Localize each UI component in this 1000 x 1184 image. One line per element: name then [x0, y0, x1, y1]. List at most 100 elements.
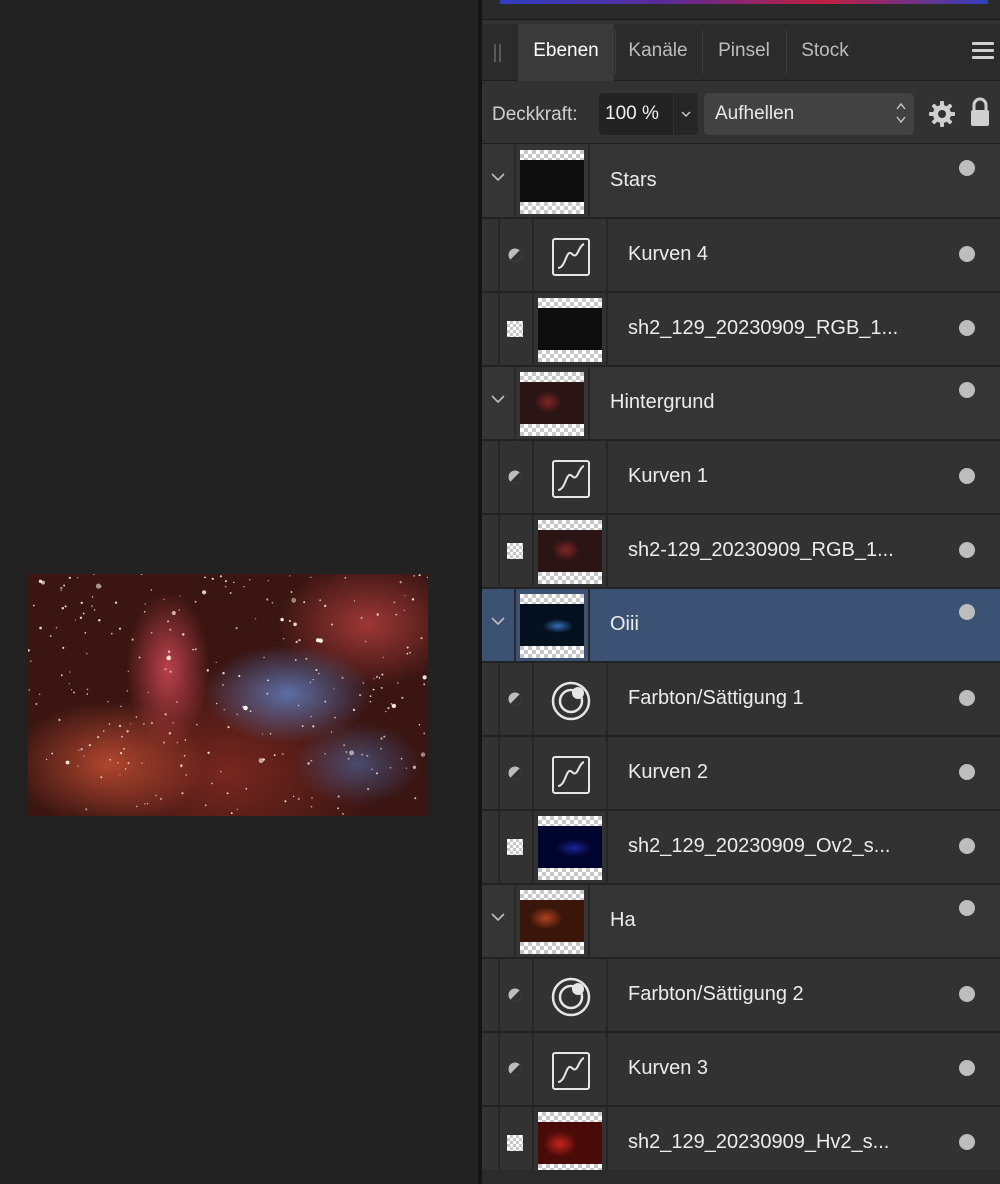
chevron-down-icon — [681, 111, 691, 118]
curves-icon — [552, 460, 590, 498]
starfield — [28, 574, 428, 815]
histogram — [500, 0, 988, 4]
chevron-down-icon[interactable] — [490, 909, 506, 925]
half-circle-icon — [507, 765, 523, 781]
stepper-arrows-icon — [896, 99, 906, 131]
visibility-dot-icon[interactable] — [959, 764, 975, 780]
half-circle-icon — [507, 987, 523, 1003]
layer-group-row[interactable]: Stars — [482, 145, 1000, 219]
layer-thumbnail — [520, 890, 584, 954]
tab-pinsel[interactable]: Pinsel — [703, 24, 785, 81]
layer-name: Kurven 2 — [628, 761, 709, 783]
layer-row[interactable]: sh2_129_20230909_RGB_1... — [482, 293, 1000, 367]
visibility-dot-icon[interactable] — [959, 382, 975, 398]
layer-name: Farbton/Sättigung 2 — [628, 983, 804, 1005]
layer-name: Oiii — [610, 613, 639, 635]
tab-ebenen[interactable]: Ebenen — [518, 24, 614, 81]
panel-grip-icon[interactable] — [494, 44, 502, 62]
layer-thumbnail — [538, 964, 602, 1028]
layer-row[interactable]: Kurven 3 — [482, 1033, 1000, 1107]
checker-icon — [507, 1135, 523, 1151]
layer-thumbnail — [538, 446, 602, 510]
layer-name: Ha — [610, 909, 636, 931]
blend-mode-value: Aufhellen — [715, 103, 795, 124]
layer-options-row: Deckkraft: 100 % Aufhellen — [482, 82, 1000, 144]
layer-name: sh2_129_20230909_RGB_1... — [628, 317, 899, 339]
opacity-input[interactable]: 100 % — [599, 93, 673, 135]
layer-name: Hintergrund — [610, 391, 715, 413]
layer-row[interactable]: Kurven 2 — [482, 737, 1000, 811]
chevron-down-icon[interactable] — [490, 391, 506, 407]
layer-thumbnail — [538, 298, 602, 362]
layer-thumbnail — [538, 224, 602, 288]
layer-name: Farbton/Sättigung 1 — [628, 687, 804, 709]
opacity-label: Deckkraft: — [492, 104, 578, 125]
layer-thumbnail — [538, 520, 602, 584]
opacity-dropdown-button[interactable] — [674, 93, 698, 135]
layer-thumbnail — [538, 816, 602, 880]
lock-icon[interactable] — [968, 96, 992, 128]
chevron-down-icon[interactable] — [490, 169, 506, 185]
layer-name: Kurven 3 — [628, 1057, 709, 1079]
curves-icon — [552, 238, 590, 276]
visibility-dot-icon[interactable] — [959, 604, 975, 620]
half-circle-icon — [507, 247, 523, 263]
hamburger-icon[interactable] — [972, 42, 994, 60]
tab-stock[interactable]: Stock — [787, 24, 863, 81]
layer-name: sh2_129_20230909_Ov2_s... — [628, 835, 891, 857]
layer-thumbnail — [538, 668, 602, 732]
hue-saturation-icon — [550, 976, 592, 1018]
layer-thumbnail — [520, 150, 584, 214]
curves-icon — [552, 756, 590, 794]
layer-row[interactable]: Kurven 4 — [482, 219, 1000, 293]
astro-image — [28, 574, 428, 816]
layers-list: Stars Kurven 4 sh2_129_20230909_RGB_1... Hi… — [482, 145, 1000, 1181]
layer-thumbnail — [520, 372, 584, 436]
tab-kanaele[interactable]: Kanäle — [616, 24, 700, 81]
visibility-dot-icon[interactable] — [959, 160, 975, 176]
layer-group-row[interactable]: Hintergrund — [482, 367, 1000, 441]
layer-thumbnail — [538, 1112, 602, 1176]
layers-panel: Ebenen Kanäle Pinsel Stock Deckkraft: 10… — [482, 0, 1000, 1184]
checker-icon — [507, 543, 523, 559]
visibility-dot-icon[interactable] — [959, 900, 975, 916]
visibility-dot-icon[interactable] — [959, 542, 975, 558]
curves-icon — [552, 1052, 590, 1090]
visibility-dot-icon[interactable] — [959, 1134, 975, 1150]
panel-tabbar: Ebenen Kanäle Pinsel Stock — [482, 24, 1000, 81]
layer-thumbnail — [538, 1038, 602, 1102]
layer-name: Stars — [610, 169, 657, 191]
half-circle-icon — [507, 691, 523, 707]
layer-row[interactable]: Farbton/Sättigung 1 — [482, 663, 1000, 737]
layer-thumbnail — [520, 594, 584, 658]
layer-row[interactable]: sh2-129_20230909_RGB_1... — [482, 515, 1000, 589]
visibility-dot-icon[interactable] — [959, 986, 975, 1002]
visibility-dot-icon[interactable] — [959, 838, 975, 854]
layer-thumbnail — [538, 742, 602, 806]
panel-bottom-bar — [482, 1170, 1000, 1184]
visibility-dot-icon[interactable] — [959, 246, 975, 262]
layer-group-row[interactable]: Ha — [482, 885, 1000, 959]
visibility-dot-icon[interactable] — [959, 468, 975, 484]
checker-icon — [507, 321, 523, 337]
visibility-dot-icon[interactable] — [959, 320, 975, 336]
visibility-dot-icon[interactable] — [959, 690, 975, 706]
gear-icon[interactable] — [928, 100, 956, 128]
document-canvas[interactable] — [0, 0, 478, 1184]
chevron-down-icon[interactable] — [490, 613, 506, 629]
layer-name: Kurven 4 — [628, 243, 709, 265]
histogram-strip — [482, 0, 1000, 20]
layer-row[interactable]: sh2_129_20230909_Ov2_s... — [482, 811, 1000, 885]
layer-row[interactable]: Farbton/Sättigung 2 — [482, 959, 1000, 1033]
layer-name: Kurven 1 — [628, 465, 709, 487]
layer-group-row[interactable]: Oiii — [482, 589, 1000, 663]
half-circle-icon — [507, 1061, 523, 1077]
layer-row[interactable]: Kurven 1 — [482, 441, 1000, 515]
half-circle-icon — [507, 469, 523, 485]
checker-icon — [507, 839, 523, 855]
visibility-dot-icon[interactable] — [959, 1060, 975, 1076]
blend-mode-select[interactable]: Aufhellen — [704, 93, 914, 135]
hue-saturation-icon — [550, 680, 592, 722]
layer-name: sh2_129_20230909_Hv2_s... — [628, 1131, 890, 1153]
layer-name: sh2-129_20230909_RGB_1... — [628, 539, 894, 561]
